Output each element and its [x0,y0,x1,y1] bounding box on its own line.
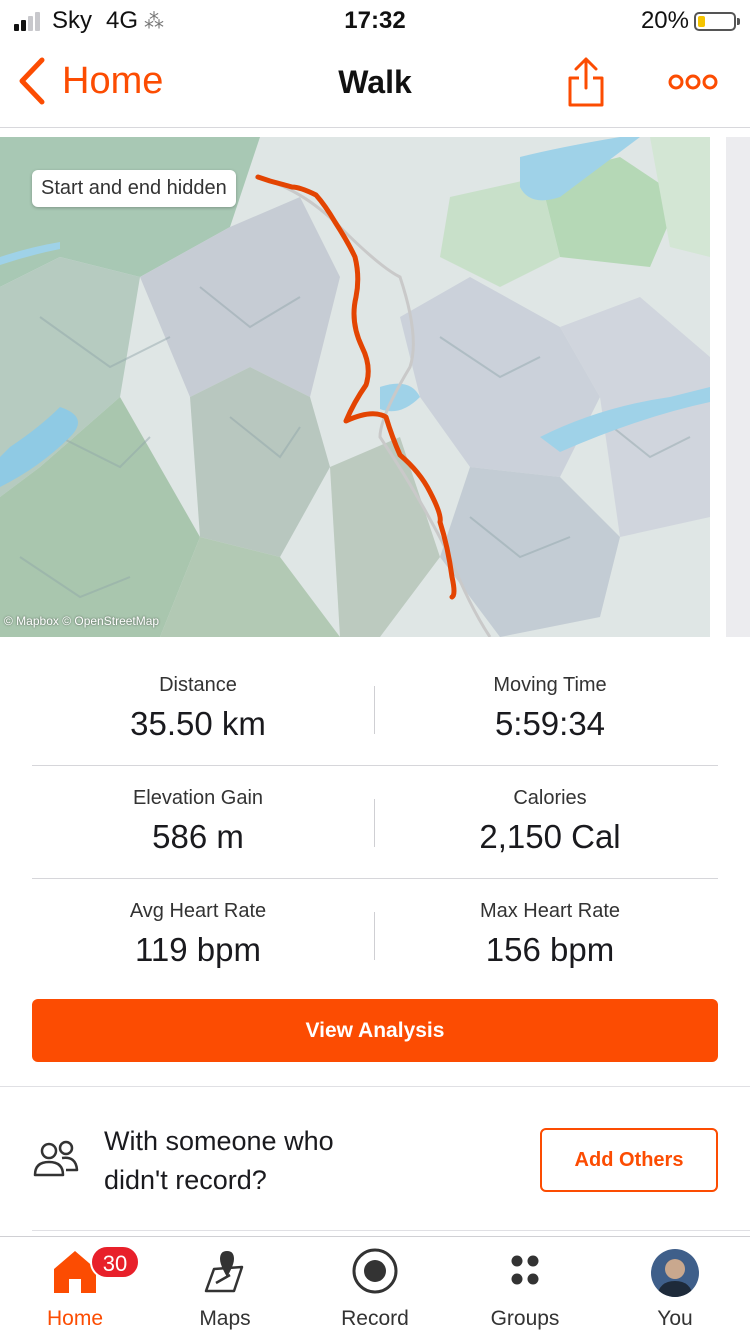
status-time: 17:32 [344,7,406,34]
page-title: Walk [338,64,412,100]
avatar [651,1249,699,1297]
battery-percentage: 20% [640,7,689,34]
stat-value: 586 m [152,818,244,855]
tab-label: Groups [490,1307,560,1330]
stat-label: Calories [513,787,587,809]
stat-divider [374,686,375,734]
divider [32,765,718,766]
stat-value: 5:59:34 [494,705,606,742]
navigation-bar: Home Walk [0,42,750,128]
tab-label: Home [46,1307,104,1330]
record-icon [352,1248,398,1294]
tab-label: Maps [199,1307,251,1330]
tab-bar: 30 Home Maps Record Groups You [0,1236,750,1334]
stat-value: 156 bpm [485,931,615,968]
map-icon [204,1251,244,1293]
people-icon [33,1140,79,1177]
status-bar: Sky 4G ⁂ 17:32 20% [0,0,750,42]
stat-moving-time: Moving Time 5:59:34 [380,674,720,743]
groups-icon [511,1255,539,1285]
stat-elevation-gain: Elevation Gain 586 m [28,787,368,856]
section-divider [32,1230,750,1231]
stat-divider [374,912,375,960]
map-attribution: © Mapbox © OpenStreetMap [4,614,160,628]
stat-label: Moving Time [493,674,607,696]
share-icon [568,57,604,107]
tab-label: You [657,1307,693,1330]
stat-label: Avg Heart Rate [129,900,267,922]
map-scroll-gutter [726,137,750,637]
tab-home[interactable]: 30 Home [0,1237,150,1335]
divider [32,878,718,879]
stat-max-heart-rate: Max Heart Rate 156 bpm [380,900,720,969]
stat-value: 35.50 km [130,705,266,742]
tab-maps[interactable]: Maps [150,1237,300,1335]
section-divider [0,1086,750,1087]
more-icon [668,74,718,90]
tab-record[interactable]: Record [300,1237,450,1335]
add-others-button[interactable]: Add Others [540,1128,718,1192]
terrain-map-image [0,137,710,637]
privacy-label: Start and end hidden [32,170,236,207]
add-others-prompt: With someone who didn't record? [104,1126,334,1195]
stat-distance: Distance 35.50 km [28,674,368,743]
stat-label: Max Heart Rate [479,900,621,922]
tab-groups[interactable]: Groups [450,1237,600,1335]
notification-badge: 30 [90,1245,140,1279]
stat-avg-heart-rate: Avg Heart Rate 119 bpm [28,900,368,969]
stat-value: 2,150 Cal [479,818,621,855]
stat-label: Distance [159,674,237,696]
view-analysis-button[interactable]: View Analysis [32,999,718,1062]
more-options-button[interactable] [668,72,718,97]
stat-divider [374,799,375,847]
tab-you[interactable]: You [600,1237,750,1335]
share-button[interactable] [566,56,606,113]
stat-value: 119 bpm [135,931,261,968]
route-map[interactable] [0,137,710,637]
stat-label: Elevation Gain [132,787,264,809]
battery-icon [694,11,740,31]
stat-calories: Calories 2,150 Cal [380,787,720,856]
tab-label: Record [341,1307,409,1330]
